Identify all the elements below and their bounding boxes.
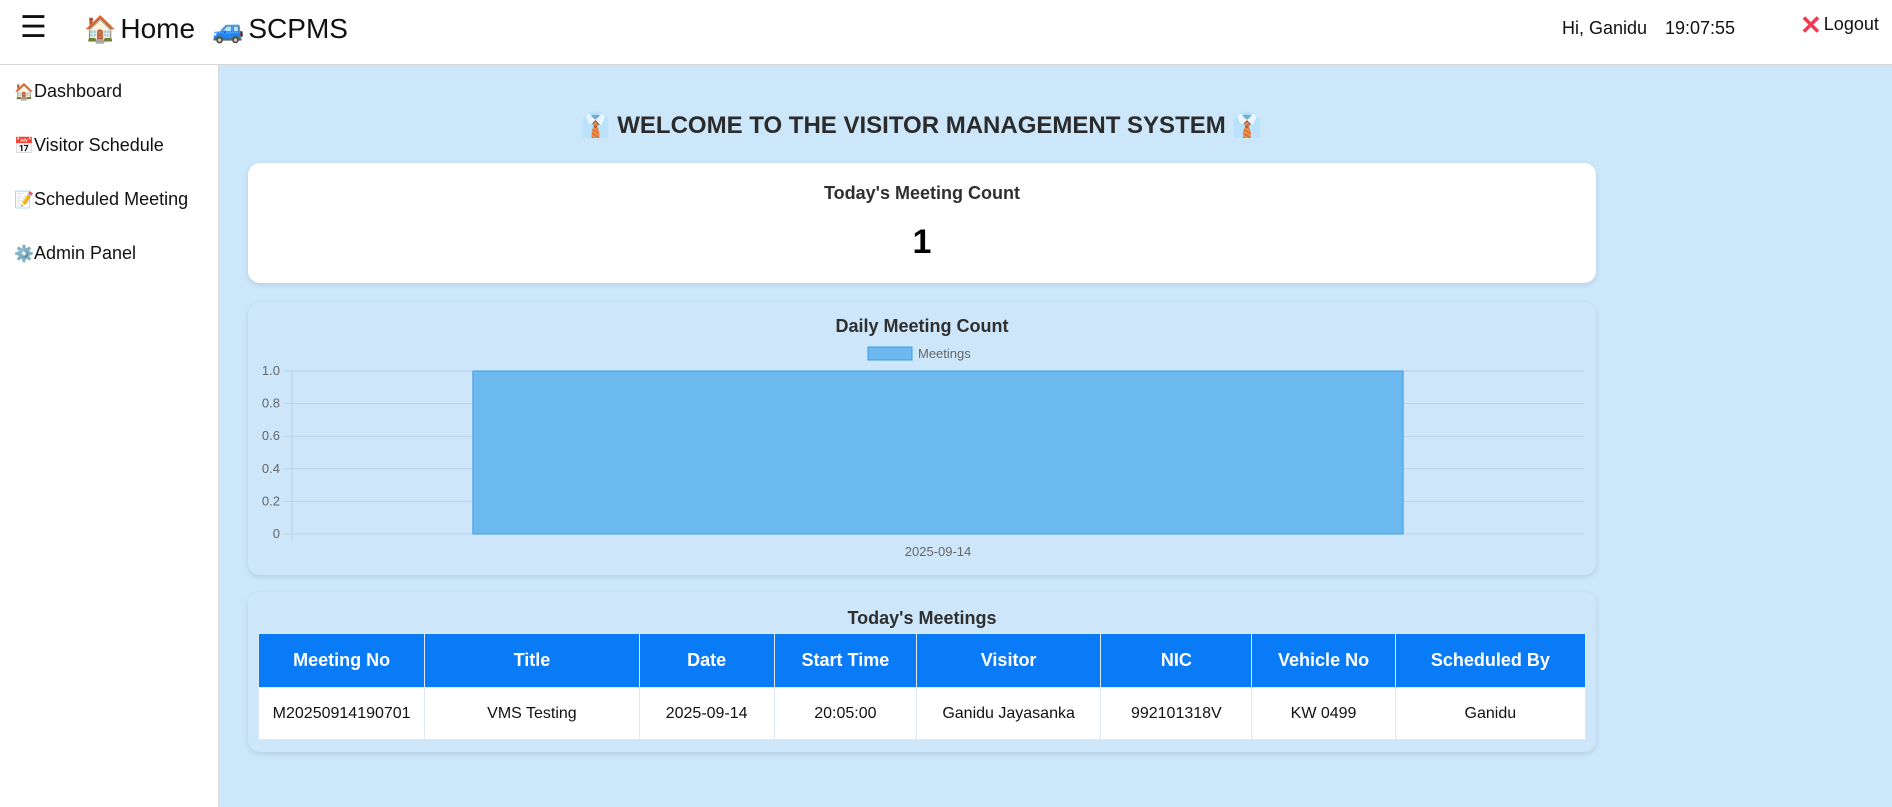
col-header: Vehicle No: [1251, 633, 1396, 688]
table-title: Today's Meetings: [847, 608, 997, 628]
car-icon: 🚙: [212, 14, 245, 44]
bar: [472, 370, 1404, 535]
sidebar-item-dashboard[interactable]: 🏠 Dashboard: [14, 81, 122, 102]
col-header: Visitor: [915, 633, 1102, 688]
meeting-count-value: 1: [912, 223, 932, 261]
sidebar-item-admin-panel[interactable]: ⚙️ Admin Panel: [14, 243, 136, 264]
sidebar: 🏠 Dashboard 📅 Visitor Schedule 📝 Schedul…: [0, 65, 219, 807]
sidebar-item-label: Visitor Schedule: [34, 135, 164, 155]
table-cell: Ganidu: [1394, 687, 1587, 740]
table-cell: KW 0499: [1251, 687, 1396, 740]
y-tick-label: 1.0: [262, 363, 280, 378]
table-header-row: Meeting No Title Date Start Time Visitor…: [257, 633, 1587, 688]
table-cell: VMS Testing: [424, 687, 640, 740]
menu-icon[interactable]: ☰: [20, 12, 47, 44]
todays-meetings-card: Today's Meetings Meeting No Title Date S…: [248, 592, 1596, 752]
sidebar-item-label: Scheduled Meeting: [34, 189, 189, 209]
legend-swatch: [867, 346, 913, 361]
necktie-icon: 👔: [580, 112, 611, 139]
y-tick-label: 0.2: [262, 493, 280, 508]
col-header: Title: [424, 633, 640, 688]
table-cell: 20:05:00: [773, 687, 917, 740]
y-tick-label: 0.4: [262, 461, 280, 476]
daily-meeting-chart-card: Daily Meeting Count Meetings 0 0.2 0.4 0.6 0.…: [248, 302, 1596, 575]
meeting-count-title: Today's Meeting Count: [824, 183, 1020, 203]
sidebar-item-visitor-schedule[interactable]: 📅 Visitor Schedule: [14, 135, 164, 156]
legend-label: Meetings: [918, 346, 971, 361]
y-tick-label: 0: [273, 526, 280, 541]
top-navbar: ☰ 🏠 Home 🚙 SCPMS Hi, Ganidu 19:07:55 ✕ L…: [0, 0, 1892, 65]
sidebar-item-label: Dashboard: [34, 81, 123, 101]
table-cell: M20250914190701: [257, 687, 426, 740]
house-icon: 🏠: [84, 14, 117, 44]
house-icon: 🏠: [14, 83, 34, 101]
gear-icon: ⚙️: [14, 245, 34, 263]
app-brand-link[interactable]: 🚙 SCPMS: [212, 13, 348, 45]
col-header: Start Time: [773, 633, 917, 688]
col-header: NIC: [1100, 633, 1253, 688]
table-cell: 992101318V: [1100, 687, 1253, 740]
home-label: Home: [120, 13, 196, 44]
bar-chart: Meetings 0 0.2 0.4 0.6 0.8 1.0 2025-09-14: [262, 346, 1584, 559]
col-header: Meeting No: [257, 633, 426, 688]
calendar-icon: 📅: [14, 137, 34, 155]
table-cell: Ganidu Jayasanka: [915, 687, 1102, 740]
clock: 19:07:55: [1665, 18, 1736, 38]
page-title-text: WELCOME TO THE VISITOR MANAGEMENT SYSTEM: [617, 112, 1226, 139]
y-tick-label: 0.8: [262, 396, 280, 411]
col-header: Scheduled By: [1394, 633, 1587, 688]
table-row[interactable]: M20250914190701 VMS Testing 2025-09-14 2…: [257, 687, 1587, 740]
y-tick-label: 0.6: [262, 428, 280, 443]
sidebar-item-scheduled-meeting[interactable]: 📝 Scheduled Meeting: [14, 189, 188, 210]
meeting-count-card: Today's Meeting Count 1: [248, 163, 1596, 283]
memo-icon: 📝: [14, 191, 34, 209]
logout-label: Logout: [1823, 14, 1879, 34]
sidebar-item-label: Admin Panel: [34, 243, 137, 263]
logout-button[interactable]: ✕ Logout: [1800, 9, 1879, 40]
x-tick-label: 2025-09-14: [905, 544, 972, 559]
meetings-table: Meeting No Title Date Start Time Visitor…: [257, 633, 1587, 740]
home-link[interactable]: 🏠 Home: [84, 13, 195, 45]
table-cell: 2025-09-14: [638, 687, 775, 740]
app-brand-label: SCPMS: [248, 13, 348, 44]
close-icon: ✕: [1800, 9, 1822, 40]
page-title: 👔 WELCOME TO THE VISITOR MANAGEMENT SYST…: [219, 111, 1624, 140]
necktie-icon: 👔: [1232, 112, 1263, 139]
col-header: Date: [638, 633, 775, 688]
user-greeting: Hi, Ganidu: [1562, 18, 1648, 38]
